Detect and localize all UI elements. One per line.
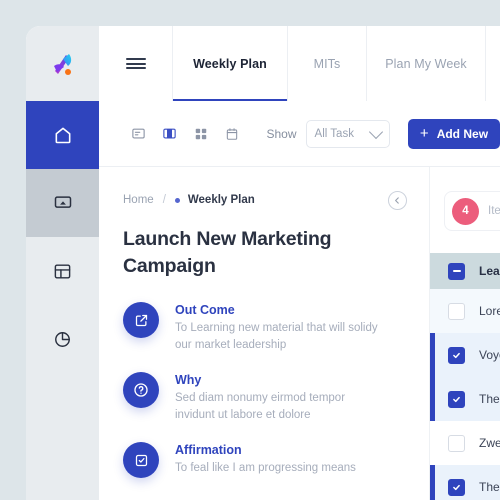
show-label: Show [266, 126, 297, 141]
table-row[interactable]: Voyeu [430, 333, 500, 377]
task-filter-value: All Task [314, 127, 354, 140]
tab-label: MITs [313, 56, 341, 71]
menu-line [125, 62, 146, 65]
breadcrumb-separator: / [162, 194, 166, 206]
brand-rocket-logo [48, 49, 78, 79]
main-content: Home / Weekly Plan Launch New Marketing … [99, 167, 430, 500]
sidebar [26, 26, 99, 500]
list-item-desc: Sed diam nonumy eirmod tempor invidunt u… [175, 392, 346, 421]
check-square-icon [123, 442, 159, 478]
list-item-desc: To Learning new material that will solid… [175, 322, 378, 351]
question-circle-icon [123, 372, 159, 408]
task-panel: 4 Item Se Lear Lorem Voyeu The c Zwei [430, 167, 500, 500]
table-row[interactable]: Zwei [430, 421, 500, 465]
list-item[interactable]: Affirmation To feal like I am progressin… [123, 442, 407, 478]
row-checkbox[interactable] [448, 390, 465, 408]
list-item-title: Affirmation [175, 443, 242, 457]
add-new-label: Add New [436, 126, 489, 141]
group-checkbox[interactable] [448, 262, 465, 280]
hamburger-menu-icon[interactable] [99, 26, 173, 101]
row-checkbox[interactable] [448, 434, 465, 452]
menu-line [125, 58, 146, 60]
external-link-icon [123, 302, 159, 338]
pie-chart-icon [53, 330, 72, 349]
sidebar-item-screen[interactable] [26, 169, 99, 237]
table-row[interactable]: The c [430, 377, 500, 421]
add-new-button[interactable]: + Add New [407, 118, 500, 149]
home-icon [53, 125, 73, 145]
list-item[interactable]: Why Sed diam nonumy eirmod tempor invidu… [123, 372, 407, 423]
breadcrumb: Home / Weekly Plan [123, 190, 407, 210]
row-label: Lorem [479, 304, 500, 318]
item-search-field[interactable]: 4 Item Se [444, 191, 500, 231]
row-checkbox[interactable] [448, 346, 465, 364]
tab-plan-my-week[interactable]: Plan My Week [367, 26, 486, 101]
menu-line [125, 67, 146, 69]
sidebar-item-reports[interactable] [26, 305, 99, 373]
breadcrumb-current: Weekly Plan [187, 194, 255, 206]
section-list: Out Come To Learning new material that w… [123, 302, 407, 478]
back-button[interactable] [388, 190, 407, 210]
breadcrumb-dot-icon [174, 197, 180, 203]
list-item-title: Why [175, 373, 202, 387]
board-view-icon[interactable] [157, 120, 182, 148]
list-item-desc: To feal like I am progressing means [175, 462, 356, 474]
chevron-down-icon [368, 124, 383, 139]
row-label: Voyeu [479, 348, 500, 362]
search-placeholder: Item Se [488, 205, 500, 217]
calendar-view-icon[interactable] [219, 120, 244, 148]
row-label: The c [479, 480, 500, 494]
item-count-badge: 4 [452, 197, 479, 225]
layout-dashboard-icon [53, 262, 72, 281]
grid-view-icon[interactable] [188, 120, 213, 148]
list-item[interactable]: Out Come To Learning new material that w… [123, 302, 407, 353]
tab-label: Weekly Plan [193, 56, 267, 71]
tab-mits[interactable]: MITs [288, 26, 367, 101]
tab-weekly-plan[interactable]: Weekly Plan [173, 26, 288, 102]
app-window: Weekly Plan MITs Plan My Week Show All T… [26, 26, 500, 500]
app-logo[interactable] [26, 26, 99, 101]
list-item-title: Out Come [175, 303, 235, 317]
plus-icon: + [419, 125, 429, 142]
table-row[interactable]: Lorem [430, 289, 500, 333]
toolbar: Show All Task + Add New [99, 101, 500, 167]
sidebar-item-layout[interactable] [26, 237, 99, 305]
row-checkbox[interactable] [448, 302, 465, 320]
task-filter-select[interactable]: All Task [305, 119, 390, 148]
task-group-header[interactable]: Lear [430, 253, 500, 289]
sidebar-item-home[interactable] [26, 101, 99, 169]
row-label: Zwei [479, 436, 500, 450]
tab-label: Plan My Week [385, 56, 467, 71]
list-view-icon[interactable] [126, 120, 151, 148]
row-checkbox[interactable] [448, 478, 465, 496]
airplay-icon [53, 193, 73, 213]
table-row[interactable]: The c [430, 465, 500, 500]
page-title: Launch New Marketing Campaign [123, 228, 332, 277]
row-label: The c [479, 392, 500, 406]
top-navigation: Weekly Plan MITs Plan My Week [99, 26, 500, 102]
breadcrumb-home[interactable]: Home [123, 194, 154, 206]
task-group-label: Lear [479, 264, 500, 278]
